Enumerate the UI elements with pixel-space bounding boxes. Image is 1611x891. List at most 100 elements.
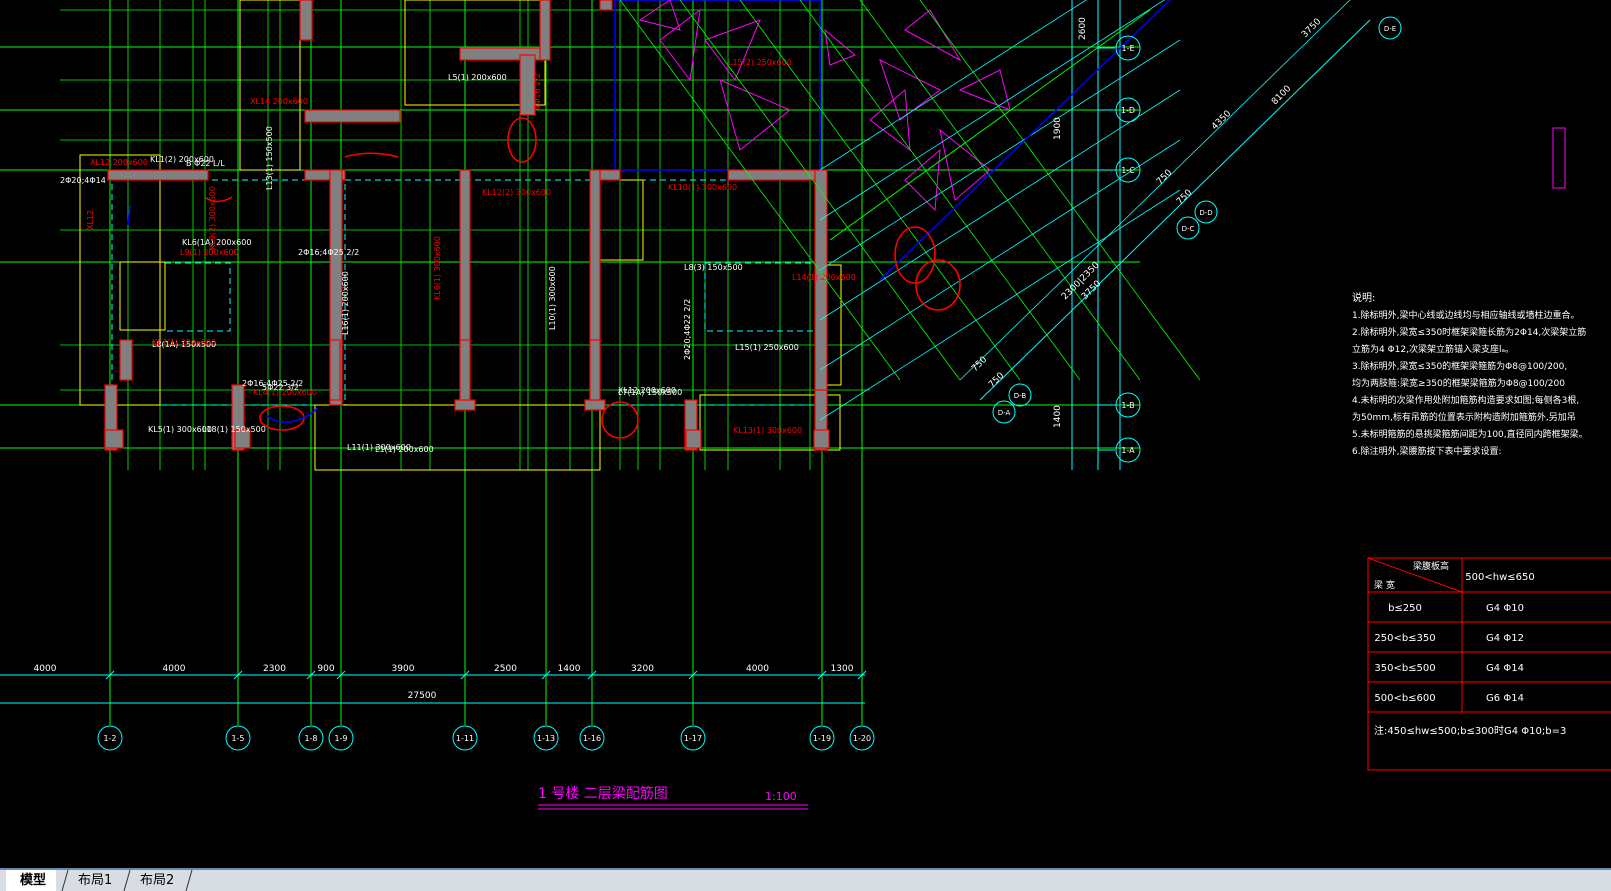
skew-grid-line	[819, 39, 1181, 271]
cad-model-space[interactable]: KL1(2) 200x600 XL12 200x600 2Φ20;4Φ14 B Φ22…	[0, 0, 1611, 868]
drawing-svg: KL1(2) 200x600XL12 200x6002Φ20;4Φ14B Φ22…	[0, 0, 1611, 810]
dim-value: 750	[1175, 188, 1194, 207]
dim-value: 2500	[494, 664, 517, 674]
axis-bubble-label: 1-B	[1121, 401, 1134, 410]
concrete-wall	[539, 0, 551, 61]
skew-grid-line	[739, 0, 1021, 381]
beam-label: L11(1) 300x600	[347, 443, 411, 452]
beam-label: KL12(2) 300x600	[482, 188, 551, 197]
dim-value: 900	[317, 664, 334, 674]
skew-grid-line	[819, 189, 1181, 421]
axis-bubble-label: D-C	[1182, 225, 1195, 233]
wall-outline	[119, 261, 166, 331]
axis-bubble-label: 1-8	[304, 734, 317, 743]
notes-line: 为50mm,标有吊筋的位置表示附构造附加箍筋外,另加吊	[1352, 411, 1576, 423]
dim-value: 3900	[392, 664, 415, 674]
wall-outline	[314, 404, 601, 471]
axis-bubble-label: 1-5	[231, 734, 244, 743]
axis-bubble-label: 1-C	[1121, 166, 1135, 175]
concrete-wall	[589, 339, 601, 401]
table-cell: 250<b≤350	[1374, 633, 1435, 644]
beam-label: L18(1) 150x500	[202, 425, 266, 434]
beam-label: KL7(1) 200x600	[152, 338, 216, 347]
axis-bubble-label: 1-A	[1121, 446, 1135, 455]
axis-bubble-label: D-B	[1014, 392, 1027, 400]
dim-value: 8100	[1270, 84, 1293, 107]
beam-label: KL6(1) 300x600	[433, 236, 442, 300]
beam-label: L14(1) 200x600	[792, 273, 856, 282]
table-cell: G4 Φ10	[1486, 603, 1524, 614]
dim-value: 2600	[1078, 17, 1088, 40]
beam-label: L10(1) 300x600	[548, 266, 557, 330]
beam-label: 2Φ20;4Φ14	[60, 176, 106, 185]
skew-grid-line	[619, 0, 901, 381]
skew-grid-line	[819, 89, 1181, 321]
wall-outline	[597, 179, 644, 261]
beam-outline	[599, 179, 821, 406]
beam-label: KL9(2) 300x600	[208, 186, 217, 250]
skew-grid-line	[819, 0, 1087, 171]
concrete-wall	[584, 399, 606, 411]
table-cell: 350<b≤500	[1374, 663, 1435, 674]
concrete-wall	[119, 339, 133, 381]
axis-bubble-label: 1-9	[334, 734, 347, 743]
axis-bubble-label: 1-19	[813, 734, 831, 743]
concrete-wall	[107, 169, 209, 181]
dim-value: 750	[1155, 168, 1174, 187]
table-cell: G4 Φ14	[1486, 663, 1524, 674]
notes-line: 立筋为4 Φ12,次梁架立筋锚入梁支座lₐ。	[1352, 343, 1514, 355]
axis-bubble-label: D-A	[998, 409, 1011, 417]
notes-line: 均为两肢箍:梁宽≥350的框架梁箍筋为Φ8@100/200	[1352, 377, 1565, 389]
axis-bubble-label: D-D	[1199, 209, 1212, 217]
diag-line	[829, 9, 1151, 241]
beam-label: B Φ22 L/L	[186, 159, 225, 168]
dim-value: 4000	[34, 664, 57, 674]
table-cell: G4 Φ12	[1486, 633, 1524, 644]
table-cell: 500<b≤600	[1374, 693, 1435, 704]
axis-bubble-label: 1-2	[103, 734, 116, 743]
layout-tab-bar: 模型 布局1 布局2	[0, 868, 1611, 891]
notes-line: 6.除注明外,梁腰筋按下表中要求设置:	[1352, 445, 1501, 457]
concrete-wall	[329, 339, 341, 401]
beam-label: L15(1) 250x600	[735, 343, 799, 352]
notes-line: 2.除标明外,梁宽≤350时框架梁箍长筋为2Φ14,次梁架立筋	[1352, 326, 1586, 338]
dim-value: 750	[987, 371, 1006, 390]
axis-bubble-label: 1-13	[537, 734, 555, 743]
detail-triangle	[904, 148, 941, 212]
beam-label: L15(2) 250x600	[728, 58, 792, 67]
beam-label: XL12 200x600	[90, 158, 148, 167]
diag-dim-line	[979, 19, 1371, 401]
dim-total: 27500	[408, 691, 437, 701]
beam-label: 4Φ16 2/2	[533, 73, 542, 110]
beam-label: L16(1) 200x600	[341, 271, 350, 335]
concrete-wall	[459, 339, 471, 401]
beam-label: KL10(1) 300x600	[668, 183, 737, 192]
drawing-title: 1 号楼 二层梁配筋图	[538, 785, 668, 802]
markup-stroke	[266, 407, 319, 423]
dim-value: 4350	[1210, 109, 1233, 132]
dim-value: 4000	[163, 664, 186, 674]
table-header: 500<hw≤650	[1465, 572, 1534, 583]
beam-outline	[111, 179, 333, 406]
markup-circle	[259, 405, 305, 431]
dim-value: 1400	[1053, 405, 1063, 428]
table-cell: b≤250	[1388, 603, 1422, 614]
beam-label: XL14 200x600	[250, 97, 308, 106]
drawing-scale: 1:100	[765, 790, 797, 803]
concrete-wall	[299, 0, 313, 41]
dim-value: 1900	[1053, 117, 1063, 140]
concrete-wall	[685, 429, 702, 449]
beam-label: L13(1) 150x500	[265, 126, 274, 190]
table-cell: G6 Φ14	[1486, 693, 1524, 704]
detail-triangle	[719, 79, 791, 151]
dim-value: 750	[970, 355, 989, 374]
beam-label: 2Φ20;4Φ22 2/2	[683, 299, 692, 360]
concrete-wall	[813, 429, 830, 449]
beam-label: KL13(1) 300x600	[733, 426, 802, 435]
axis-bubble-label: 1-16	[583, 734, 601, 743]
table-footnote: 注:450≤hw≤500;b≤300时G4 Φ10;b=3	[1374, 724, 1566, 737]
table-header: 梁 宽	[1374, 579, 1395, 591]
side-stamp	[1552, 127, 1566, 189]
beam-label: L7(1A) 150x500	[618, 388, 682, 397]
axis-bubble-label: 1-17	[684, 734, 702, 743]
